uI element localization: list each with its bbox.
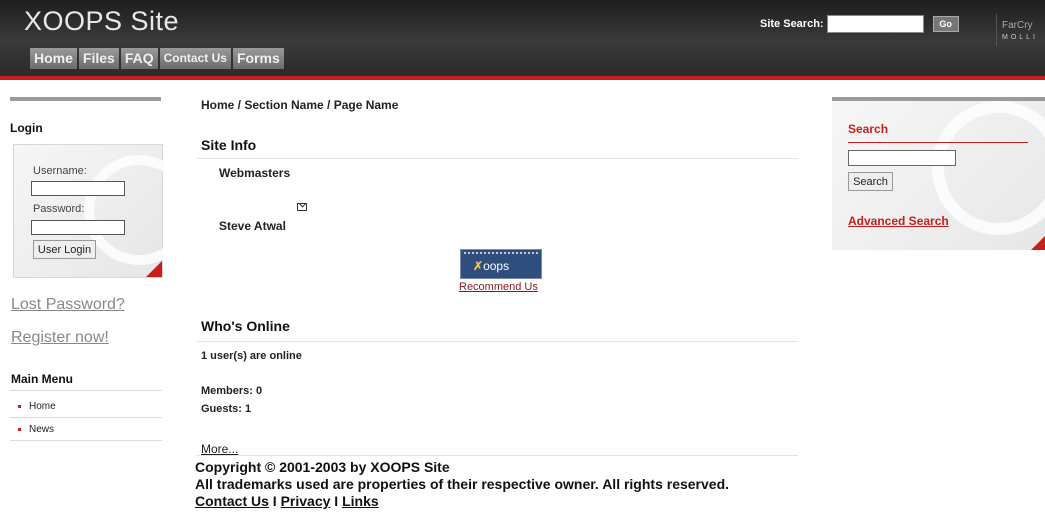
menu-item-news[interactable]: News <box>18 424 54 435</box>
logo-top-text: FarCry <box>1002 20 1033 31</box>
login-box-corner <box>146 261 162 277</box>
nav-tab-forms[interactable]: Forms <box>232 48 284 69</box>
username-field[interactable] <box>31 181 125 196</box>
username-label: Username: <box>33 165 87 177</box>
menu-item-label: News <box>29 424 55 435</box>
menu-item-label: Home <box>29 401 56 412</box>
envelope-icon[interactable] <box>297 203 307 211</box>
search-button[interactable]: Search <box>848 172 893 191</box>
footer-links: Contact Us I Privacy I Links <box>195 493 729 510</box>
footer-privacy-link[interactable]: Privacy <box>281 493 331 509</box>
menu-divider <box>10 440 162 441</box>
footer-contact-us-link[interactable]: Contact Us <box>195 493 269 509</box>
site-title: XOOPS Site <box>24 6 180 36</box>
footer-links-link[interactable]: Links <box>342 493 379 509</box>
footer-separator: I <box>330 493 343 509</box>
nav-tab-contact-us[interactable]: Contact Us <box>159 48 231 69</box>
badge-dots <box>464 252 538 257</box>
search-box-decoration <box>932 101 1045 235</box>
guests-count: Guests: 1 <box>201 403 252 415</box>
more-link[interactable]: More... <box>201 442 238 456</box>
webmaster-name: Steve Atwal <box>219 219 286 233</box>
main-nav: Home Files FAQ Contact Us Forms <box>30 48 284 69</box>
password-label: Password: <box>33 203 85 215</box>
members-count: Members: 0 <box>201 385 263 397</box>
header-site-search: Site Search: Go <box>760 15 959 33</box>
login-box: Username: Password: User Login <box>13 144 194 278</box>
recommend-us-link[interactable]: Recommend Us <box>459 281 538 293</box>
site-search-label: Site Search: <box>760 18 824 30</box>
site-search-input[interactable] <box>826 15 924 33</box>
nav-tab-faq[interactable]: FAQ <box>120 48 158 69</box>
section-divider <box>196 341 798 342</box>
search-box-corner <box>1031 236 1045 250</box>
login-title: Login <box>10 121 43 135</box>
left-column-bar <box>10 97 161 101</box>
register-link[interactable]: Register now! <box>11 329 109 347</box>
users-online-text: 1 user(s) are online <box>201 350 302 362</box>
main-menu-title: Main Menu <box>11 372 73 386</box>
search-title: Search <box>848 122 889 136</box>
copyright-text: Copyright © 2001-2003 by XOOPS Site <box>195 459 450 475</box>
section-divider <box>196 158 798 159</box>
footer: Copyright © 2001-2003 by XOOPS Site All … <box>195 459 729 510</box>
nav-tab-files[interactable]: Files <box>78 48 119 69</box>
whos-online-title: Who's Online <box>201 318 290 334</box>
user-login-button[interactable]: User Login <box>33 240 96 259</box>
webmasters-label: Webmasters <box>219 166 291 180</box>
go-button[interactable]: Go <box>932 16 959 32</box>
menu-divider <box>10 417 162 418</box>
nav-tab-home[interactable]: Home <box>30 48 77 69</box>
password-field[interactable] <box>31 220 125 235</box>
footer-separator: I <box>268 493 281 509</box>
advanced-search-link[interactable]: Advanced Search <box>848 214 949 228</box>
menu-divider <box>10 390 162 391</box>
breadcrumb: Home / Section Name / Page Name <box>201 98 399 112</box>
bullet-icon <box>18 427 21 431</box>
header-red-line <box>0 76 1045 80</box>
site-info-title: Site Info <box>201 137 257 153</box>
menu-item-home[interactable]: Home <box>18 401 56 412</box>
trademarks-text: All trademarks used are properties of th… <box>195 476 730 492</box>
bullet-icon <box>18 404 21 408</box>
search-box: Search Search Advanced Search <box>832 97 1045 250</box>
site-header: XOOPS Site Home Files FAQ Contact Us For… <box>0 0 1045 76</box>
logo-bottom-text: MOLLI <box>1002 34 1039 41</box>
farcry-logo: FarCry MOLLI <box>996 14 1045 46</box>
badge-text: ✗oops <box>473 259 509 273</box>
lost-password-link[interactable]: Lost Password? <box>11 296 125 314</box>
search-input[interactable] <box>848 150 956 166</box>
login-box-decoration <box>84 155 194 265</box>
xoops-x-logo: ✗ <box>473 259 484 273</box>
section-divider <box>196 455 798 456</box>
badge-label: oops <box>483 259 510 273</box>
xoops-badge[interactable]: ✗oops <box>460 249 542 279</box>
search-title-rule <box>848 142 1028 143</box>
